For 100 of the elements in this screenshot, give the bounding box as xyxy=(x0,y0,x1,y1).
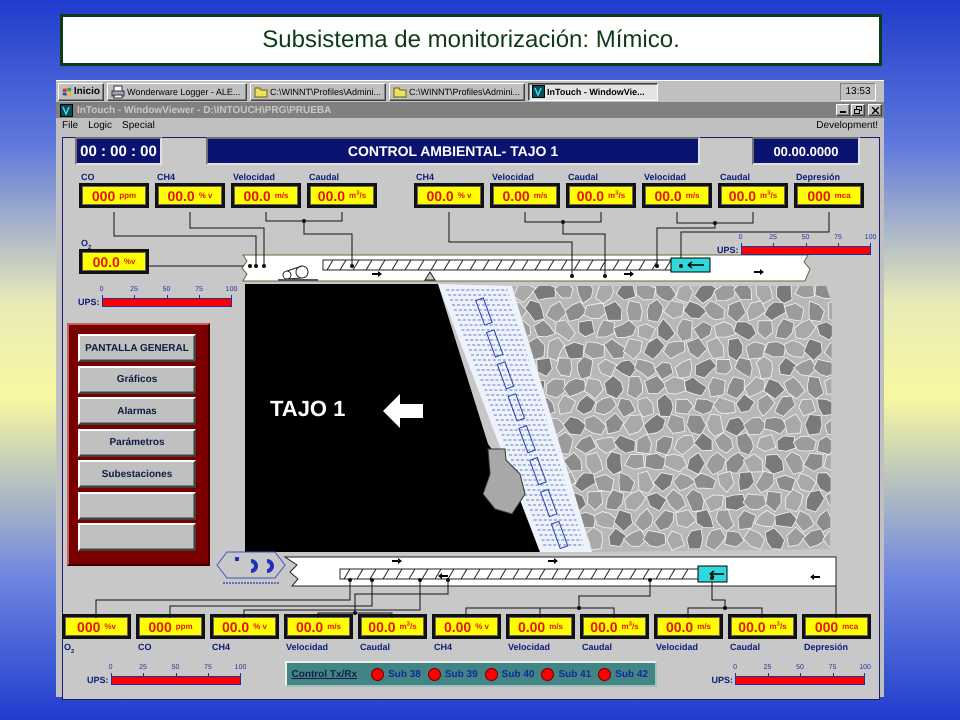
app-icon xyxy=(532,85,545,98)
taskbar-button[interactable]: C:\WINNT\Profiles\Admini... xyxy=(389,82,525,100)
sensor-value: 00.0 xyxy=(738,618,766,634)
sensor-label: Caudal xyxy=(359,641,390,653)
start-button[interactable]: Inicio xyxy=(58,82,104,100)
menu-item[interactable]: Logic xyxy=(88,120,112,131)
close-button[interactable] xyxy=(868,104,882,116)
sensor-unit: m$^{3}$/s xyxy=(400,622,417,632)
slide-title: Subsistema de monitorización: Mímico. xyxy=(60,14,882,66)
sensor-value: 00.0 xyxy=(243,188,271,204)
sensor-unit: % v xyxy=(458,190,472,200)
sensor-value: 00.0 xyxy=(576,188,604,204)
sensor-value: 0.00 xyxy=(518,618,546,634)
sensor-unit: m/s xyxy=(327,622,342,632)
sensor-label: Caudal xyxy=(729,641,760,653)
sensor-unit: m$^{3}$/s xyxy=(622,622,639,632)
menu-item[interactable]: File xyxy=(62,120,78,131)
taskbar-button[interactable]: Wonderware Logger - ALE... xyxy=(107,82,247,100)
sensor-value: 00.0 xyxy=(666,618,694,634)
taskbar-clock: 13:53 xyxy=(840,82,876,100)
sensor-unit: % v xyxy=(198,190,213,200)
ups-label: UPS: xyxy=(712,674,734,684)
taskbar-button[interactable]: InTouch - WindowVie... xyxy=(528,82,658,100)
sensor-value: 00.0 xyxy=(368,618,396,634)
sensor-unit: % v xyxy=(253,622,268,632)
sensor-value: 000 xyxy=(77,618,100,634)
face-label: TAJO 1 xyxy=(270,396,346,422)
app-icon xyxy=(60,104,73,116)
blank-button[interactable] xyxy=(78,523,196,551)
sensor-value: 00.0 xyxy=(167,188,195,204)
timer-display: 00 : 00 : 00 xyxy=(75,137,162,165)
sensor-label: CH4 xyxy=(415,171,434,183)
sensor-value: 000 xyxy=(807,188,831,204)
sensor-label: Velocidad xyxy=(507,641,550,653)
comms-link[interactable]: Control Tx/Rx xyxy=(292,668,358,680)
sensor-label: Velocidad xyxy=(232,171,276,183)
ups-label: UPS: xyxy=(87,674,109,684)
hexagon-logo-icon xyxy=(215,550,287,586)
minimize-button[interactable] xyxy=(836,104,850,116)
taskbar-button[interactable]: C:\WINNT\Profiles\Admini... xyxy=(250,82,386,100)
sensor-value: 00.0 xyxy=(296,618,324,634)
sensor-label: Caudal xyxy=(308,171,340,183)
station-label: Sub 41 xyxy=(558,668,592,680)
sensor-label: O$_{2}$ xyxy=(63,641,74,653)
sensor-label: Velocidad xyxy=(491,171,534,183)
sensor-unit: mca xyxy=(834,190,851,200)
screen-title: CONTROL AMBIENTAL- TAJO 1 xyxy=(206,137,700,165)
sensor-value: 00.0 xyxy=(318,188,346,204)
nav-button[interactable]: Parámetros xyxy=(78,428,196,456)
sensor-label: CO xyxy=(137,641,152,653)
nav-button[interactable]: Gráficos xyxy=(78,366,196,394)
folder-icon xyxy=(393,86,407,98)
station-label: Sub 42 xyxy=(615,668,648,680)
sensor-value: 00.0 xyxy=(92,254,120,270)
sensor-label: CH4 xyxy=(433,641,452,653)
sensor-unit: %v xyxy=(124,256,136,266)
sensor-unit: ppm xyxy=(176,622,193,632)
sensor-value: 00.0 xyxy=(654,188,682,204)
sensor-value: 00.0 xyxy=(222,618,250,634)
sensor-label: CO xyxy=(80,171,94,183)
nav-button[interactable]: Subestaciones xyxy=(78,460,196,488)
sensor-unit: m$^{3}$/s xyxy=(770,622,787,632)
close-icon xyxy=(872,106,878,114)
nav-button[interactable]: Alarmas xyxy=(78,397,196,425)
sensor-label: CH4 xyxy=(211,641,230,653)
sensor-value: 0.00 xyxy=(502,188,530,204)
station-label: Sub 39 xyxy=(444,668,478,680)
sensor-value: 000 xyxy=(148,618,172,634)
sensor-label: Velocidad xyxy=(643,171,686,183)
sensor-unit: m$^{3}$/s xyxy=(349,190,366,200)
ups-label: UPS: xyxy=(78,297,100,307)
folder-icon xyxy=(254,86,268,98)
sensor-unit: m/s xyxy=(549,622,564,632)
date-display: 00.00.0000 xyxy=(752,137,860,165)
left-arrow-icon xyxy=(383,394,423,428)
restore-button[interactable] xyxy=(851,104,865,116)
sensor-unit: %v xyxy=(104,622,116,632)
menu-item[interactable]: Special xyxy=(122,120,155,131)
blank-button[interactable] xyxy=(78,492,196,520)
sensor-unit: mca xyxy=(842,622,858,632)
sensor-value: 0.00 xyxy=(444,618,472,634)
sensor-unit: m/s xyxy=(697,622,712,632)
sensor-label: Caudal xyxy=(719,171,750,183)
sensor-unit: m$^{3}$/s xyxy=(760,190,778,200)
windows-flag-icon xyxy=(62,86,72,98)
sensor-unit: m/s xyxy=(274,190,289,200)
sensor-value: 00.0 xyxy=(426,188,454,204)
window-title: InTouch - WindowViewer - D:\INTOUCH\PRG\PRUEBA xyxy=(77,104,332,116)
sensor-label: Velocidad xyxy=(285,641,328,653)
sensor-label: Velocidad xyxy=(655,641,698,653)
mode-menu-item[interactable]: Development! xyxy=(816,120,878,131)
sensor-unit: m$^{3}$/s xyxy=(608,190,626,200)
sensor-unit: % v xyxy=(475,622,490,632)
nav-button[interactable]: PANTALLA GENERAL xyxy=(78,334,196,362)
sensor-value: 00.0 xyxy=(728,188,756,204)
station-label: Sub 40 xyxy=(502,668,534,680)
sensor-unit: m/s xyxy=(686,190,700,200)
sensor-label: Depresión xyxy=(795,171,840,183)
sensor-value: 000 xyxy=(92,188,116,204)
sensor-unit: ppm xyxy=(119,190,136,200)
